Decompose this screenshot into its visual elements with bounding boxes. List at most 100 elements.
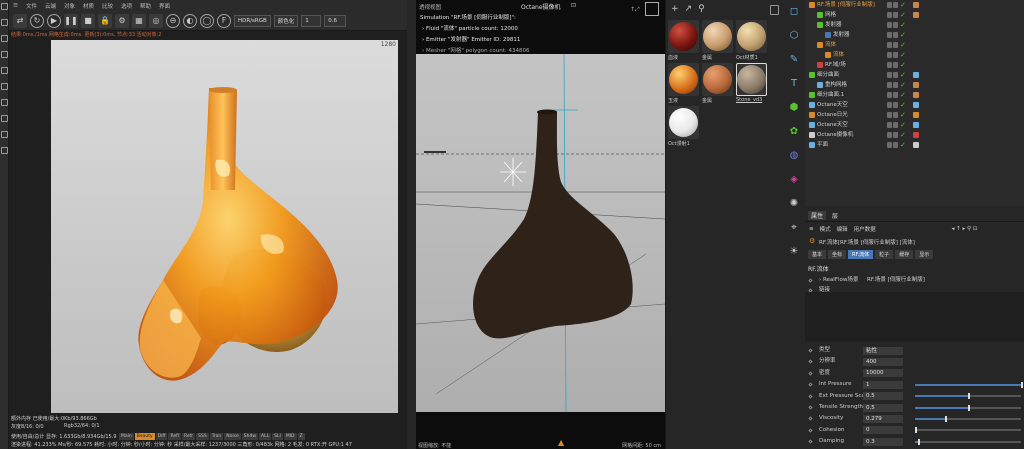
subtab-cache[interactable]: 缓存 — [895, 250, 914, 259]
play-icon[interactable]: ▶ — [47, 13, 61, 28]
subtab-display[interactable]: 显示 — [915, 250, 934, 259]
param-value-field[interactable]: 0.5 — [863, 392, 903, 401]
enabled-check-icon[interactable]: ✓ — [900, 121, 906, 130]
keyframe-icon[interactable] — [808, 416, 813, 422]
move-tool-icon[interactable] — [1, 3, 8, 10]
frame-field[interactable]: 1 — [301, 14, 322, 27]
enabled-check-icon[interactable]: ✓ — [900, 61, 906, 70]
material-swatch[interactable]: Stone_vd3 — [736, 63, 767, 106]
colorspace-select[interactable]: HDR/sRGB — [234, 14, 271, 27]
object-tag-icon[interactable] — [913, 132, 919, 138]
object-row[interactable]: 平面 ✓ — [805, 141, 1024, 150]
picker-icon[interactable]: ⚲ — [698, 4, 705, 14]
tonemap-select[interactable]: 颜色化 — [273, 14, 299, 27]
subtab-rf-fluid[interactable]: RF.流体 — [848, 250, 874, 259]
object-row[interactable]: 流体 ✓ — [805, 41, 1024, 50]
menu-userdata[interactable]: 用户数据 — [854, 225, 876, 233]
object-tag-icon[interactable] — [913, 72, 919, 78]
param-value-field[interactable]: 0.5 — [863, 403, 903, 412]
material-swatch[interactable]: 金属 — [702, 20, 733, 63]
param-value-field[interactable]: 10000 — [863, 369, 903, 378]
param-value-field[interactable]: 0 — [863, 426, 903, 435]
add-material-icon[interactable]: + — [671, 4, 679, 14]
menu-options[interactable]: 选项 — [121, 2, 132, 10]
object-row[interactable]: 流体 ✓ — [805, 51, 1024, 60]
object-row[interactable]: 细分曲面.1 ✓ — [805, 91, 1024, 100]
param-value-field[interactable]: 1 — [863, 380, 903, 389]
grid-tool-icon[interactable] — [1, 131, 8, 138]
param-value-field[interactable]: 0.3 — [863, 437, 903, 446]
param-value-field[interactable]: 粘性 — [863, 346, 903, 355]
object-tag-icon[interactable] — [913, 2, 919, 8]
visibility-flags-icon[interactable] — [887, 62, 898, 68]
pass-tab-sss[interactable]: SSS — [196, 433, 209, 440]
camera-link-icon[interactable]: ⊡ — [571, 2, 576, 9]
magnet-tool-icon[interactable] — [1, 99, 8, 106]
material-swatch[interactable]: 玉液 — [668, 63, 699, 106]
pause-icon[interactable]: ❚❚ — [64, 13, 78, 28]
object-tag-icon[interactable] — [913, 122, 919, 128]
nav-arrows-icon[interactable]: ◂ ↑ ▸ ⚲ ⊡ — [952, 226, 978, 232]
visibility-flags-icon[interactable] — [887, 72, 898, 78]
enabled-check-icon[interactable]: ✓ — [900, 81, 906, 90]
param-value-field[interactable]: 0.279 — [863, 414, 903, 423]
menu-icon[interactable]: ☰ — [13, 3, 18, 9]
filter-icon[interactable]: F — [217, 13, 231, 28]
menu-compare[interactable]: 比较 — [102, 2, 113, 10]
material-swatch[interactable]: Oct材质1 — [736, 20, 767, 63]
lens-icon[interactable]: ◯ — [200, 13, 214, 28]
enabled-check-icon[interactable]: ✓ — [900, 131, 906, 140]
pass-tab-refr[interactable]: Refr — [182, 433, 196, 440]
settings-icon[interactable]: ⚙ — [115, 13, 129, 28]
enabled-check-icon[interactable]: ✓ — [900, 71, 906, 80]
render-view[interactable]: 1280 — [51, 40, 398, 440]
keyframe-icon[interactable] — [808, 278, 813, 283]
exposure-field[interactable]: 0.6 — [324, 14, 347, 27]
object-row[interactable]: 发射器 ✓ — [805, 31, 1024, 40]
keyframe-icon[interactable] — [808, 348, 813, 353]
enabled-check-icon[interactable]: ✓ — [900, 111, 906, 120]
material-swatch[interactable]: 金属 — [702, 63, 733, 106]
knife-tool-icon[interactable] — [1, 83, 8, 90]
menu-help[interactable]: 帮助 — [140, 2, 151, 10]
pass-tab-noise[interactable]: Noise — [224, 433, 241, 440]
object-row[interactable]: RF.域/场 ✓ — [805, 61, 1024, 70]
scene-icon[interactable]: ✺ — [787, 196, 801, 210]
cube-object-icon[interactable]: ◻ — [787, 4, 801, 18]
object-row[interactable]: Octane天空 ✓ — [805, 101, 1024, 110]
visibility-flags-icon[interactable] — [887, 92, 898, 98]
enabled-check-icon[interactable]: ✓ — [900, 141, 906, 150]
object-tag-icon[interactable] — [913, 112, 919, 118]
param-slider[interactable] — [915, 393, 1021, 400]
keyframe-icon[interactable] — [808, 428, 813, 433]
spline-pen-icon[interactable]: ✎ — [787, 52, 801, 66]
pick-icon[interactable]: ◎ — [149, 13, 163, 28]
keyframe-icon[interactable] — [808, 382, 813, 387]
object-tag-icon[interactable] — [913, 142, 919, 148]
keyframe-icon[interactable] — [808, 439, 813, 444]
menu-icon[interactable]: ≡ — [809, 226, 814, 232]
keyframe-icon[interactable] — [808, 359, 813, 365]
visibility-flags-icon[interactable] — [887, 122, 898, 128]
object-row[interactable]: 重构网格 ✓ — [805, 81, 1024, 90]
visibility-flags-icon[interactable] — [887, 22, 898, 28]
object-row[interactable]: Octane天空 ✓ — [805, 121, 1024, 130]
visibility-flags-icon[interactable] — [887, 52, 898, 58]
layers-tool-icon[interactable] — [1, 147, 8, 154]
subtab-particles[interactable]: 粒子 — [875, 250, 894, 259]
scale-tool-icon[interactable] — [1, 35, 8, 42]
tab-layers[interactable]: 层 — [832, 211, 838, 220]
view-cube-icon[interactable] — [645, 2, 659, 16]
arrow-icon[interactable]: ↗ — [685, 4, 693, 14]
param-slider[interactable] — [915, 427, 1021, 434]
menu-cloud[interactable]: 云端 — [45, 2, 56, 10]
menu-file[interactable]: 文件 — [26, 2, 37, 10]
primitive-cube-icon[interactable]: ⬡ — [787, 28, 801, 42]
visibility-flags-icon[interactable] — [887, 102, 898, 108]
enabled-check-icon[interactable]: ✓ — [900, 51, 906, 60]
enabled-check-icon[interactable]: ✓ — [900, 1, 906, 10]
stop-icon[interactable]: ■ — [81, 13, 95, 28]
menu-object[interactable]: 对象 — [64, 2, 75, 10]
menu-mode[interactable]: 模式 — [820, 225, 831, 233]
keyframe-icon[interactable] — [808, 393, 813, 399]
